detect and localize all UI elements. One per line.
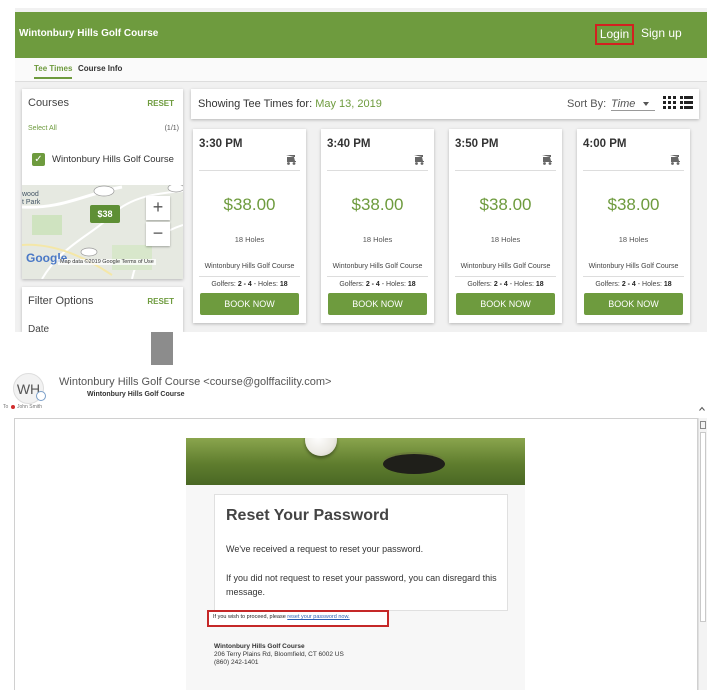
divider bbox=[199, 170, 300, 171]
course-checkbox-label[interactable]: Wintonbury Hills Golf Course bbox=[52, 154, 174, 165]
course-map[interactable]: wood t Park $38 + − Google Map data ©201… bbox=[22, 185, 183, 279]
select-all-link[interactable]: Select All bbox=[28, 125, 57, 132]
reset-password-link[interactable]: reset your password now. bbox=[287, 614, 349, 620]
footer-course-name: Wintonbury Hills Golf Course bbox=[214, 643, 305, 650]
golf-cart-icon bbox=[286, 155, 296, 165]
divider bbox=[327, 276, 428, 277]
tee-time-card: 3:40 PM $38.00 18 Holes Wintonbury Hills… bbox=[321, 129, 434, 323]
tab-tee-times[interactable]: Tee Times bbox=[34, 64, 72, 73]
results-date: May 13, 2019 bbox=[315, 98, 382, 110]
tee-time: 3:50 PM bbox=[455, 138, 499, 150]
tee-time-holes: 18 Holes bbox=[618, 235, 649, 244]
courses-panel: Courses RESET Select All (1/1) ✓ Wintonb… bbox=[22, 89, 183, 279]
scrollbar-thumb[interactable] bbox=[700, 432, 706, 622]
map-zoom-out-button[interactable]: − bbox=[146, 222, 170, 246]
tee-time: 3:30 PM bbox=[199, 138, 243, 150]
divider bbox=[455, 276, 556, 277]
booking-screenshot: Wintonbury Hills Golf Course Login Sign … bbox=[15, 8, 707, 332]
tee-time-golfers: Golfers: 2 - 4 - Holes: 18 bbox=[211, 281, 288, 288]
golf-cart-icon bbox=[414, 155, 424, 165]
gray-separator-block bbox=[151, 332, 173, 365]
reset-message-1: We've received a request to reset your p… bbox=[226, 544, 424, 554]
book-now-button[interactable]: BOOK NOW bbox=[200, 293, 299, 315]
footer-address: 206 Terry Plains Rd, Bloomfield, CT 6002… bbox=[214, 651, 344, 658]
divider bbox=[199, 276, 300, 277]
tee-time-price: $38.00 bbox=[351, 195, 404, 214]
tee-time-holes: 18 Holes bbox=[234, 235, 265, 244]
chevron-up-icon[interactable] bbox=[699, 406, 705, 412]
tee-time-price: $38.00 bbox=[607, 195, 660, 214]
scroll-up-button[interactable] bbox=[700, 421, 706, 429]
tab-course-info[interactable]: Course Info bbox=[78, 64, 122, 73]
tee-time-card: 4:00 PM $38.00 18 Holes Wintonbury Hills… bbox=[577, 129, 690, 323]
filter-options-panel: Filter Options RESET Date bbox=[22, 287, 183, 332]
chevron-down-icon[interactable] bbox=[643, 102, 649, 106]
to-label: To bbox=[3, 404, 9, 410]
map-attribution[interactable]: Map data ©2019 Google Terms of Use bbox=[58, 259, 156, 265]
map-label-park: t Park bbox=[22, 199, 41, 206]
recipient-name[interactable]: John Smith bbox=[17, 404, 42, 410]
divider bbox=[583, 170, 684, 171]
divider bbox=[327, 170, 428, 171]
golf-hole-image bbox=[383, 454, 445, 474]
filter-options-title: Filter Options bbox=[28, 295, 94, 307]
course-checkbox[interactable]: ✓ bbox=[32, 153, 45, 166]
courses-selected-count: (1/1) bbox=[164, 125, 179, 132]
proceed-highlight: If you wish to proceed, please reset you… bbox=[207, 610, 389, 627]
sort-by-label: Sort By: bbox=[567, 98, 607, 110]
recipient-status-icon bbox=[11, 405, 15, 409]
results-label: Showing Tee Times for: May 13, 2019 bbox=[198, 98, 382, 110]
grid-view-icon[interactable] bbox=[663, 96, 676, 109]
divider bbox=[583, 276, 684, 277]
tee-time-course: Wintonbury Hills Golf Course bbox=[332, 263, 423, 270]
map-price-marker[interactable]: $38 bbox=[90, 205, 120, 223]
list-view-icon[interactable] bbox=[680, 96, 693, 109]
filter-reset-button[interactable]: RESET bbox=[147, 297, 174, 306]
book-now-button[interactable]: BOOK NOW bbox=[456, 293, 555, 315]
golf-banner-image bbox=[186, 438, 525, 485]
divider bbox=[455, 170, 556, 171]
top-navbar: Wintonbury Hills Golf Course Login Sign … bbox=[15, 12, 707, 58]
tee-time-golfers: Golfers: 2 - 4 - Holes: 18 bbox=[339, 281, 416, 288]
tee-time-price: $38.00 bbox=[479, 195, 532, 214]
active-tab-indicator bbox=[34, 77, 72, 79]
tee-time-price: $38.00 bbox=[223, 195, 276, 214]
tee-time-holes: 18 Holes bbox=[490, 235, 521, 244]
filter-date-label: Date bbox=[28, 324, 50, 332]
results-prefix: Showing Tee Times for: bbox=[198, 98, 313, 110]
tee-time-course: Wintonbury Hills Golf Course bbox=[460, 263, 551, 270]
presence-status-icon bbox=[36, 391, 46, 401]
tee-time-golfers: Golfers: 2 - 4 - Holes: 18 bbox=[467, 281, 544, 288]
tee-time: 4:00 PM bbox=[583, 138, 627, 150]
courses-reset-button[interactable]: RESET bbox=[147, 99, 174, 108]
map-label-wood: wood bbox=[22, 191, 39, 198]
signup-link[interactable]: Sign up bbox=[641, 26, 682, 40]
courses-title: Courses bbox=[28, 97, 69, 109]
golf-cart-icon bbox=[542, 155, 552, 165]
email-sender-name: Wintonbury Hills Golf Course bbox=[87, 391, 185, 398]
tee-time-card: 3:30 PM $38.00 18 Holes Wintonbury Hills… bbox=[193, 129, 306, 323]
map-zoom-in-button[interactable]: + bbox=[146, 196, 170, 220]
tee-time-card: 3:50 PM $38.00 18 Holes Wintonbury Hills… bbox=[449, 129, 562, 323]
book-now-button[interactable]: BOOK NOW bbox=[328, 293, 427, 315]
results-header: Showing Tee Times for: May 13, 2019 Sort… bbox=[191, 89, 699, 119]
email-sender[interactable]: Wintonbury Hills Golf Course <course@gol… bbox=[59, 376, 331, 388]
reset-password-heading: Reset Your Password bbox=[226, 507, 390, 524]
book-now-button[interactable]: BOOK NOW bbox=[584, 293, 683, 315]
login-button[interactable]: Login bbox=[595, 24, 634, 45]
tee-time-course: Wintonbury Hills Golf Course bbox=[588, 263, 679, 270]
tee-time-course: Wintonbury Hills Golf Course bbox=[204, 263, 295, 270]
proceed-text: If you wish to proceed, please reset you… bbox=[213, 614, 350, 620]
tee-time-golfers: Golfers: 2 - 4 - Holes: 18 bbox=[595, 281, 672, 288]
golf-ball-image bbox=[305, 438, 337, 456]
site-title: Wintonbury Hills Golf Course bbox=[19, 28, 159, 39]
sub-navigation: Tee Times Course Info bbox=[15, 58, 707, 82]
tee-time: 3:40 PM bbox=[327, 138, 371, 150]
reset-message-2: If you did not request to reset your pas… bbox=[226, 573, 497, 597]
reset-password-card: Reset Your Password We've received a req… bbox=[214, 494, 508, 611]
footer-phone: (860) 242-1401 bbox=[214, 659, 259, 666]
tee-time-holes: 18 Holes bbox=[362, 235, 393, 244]
golf-cart-icon bbox=[670, 155, 680, 165]
